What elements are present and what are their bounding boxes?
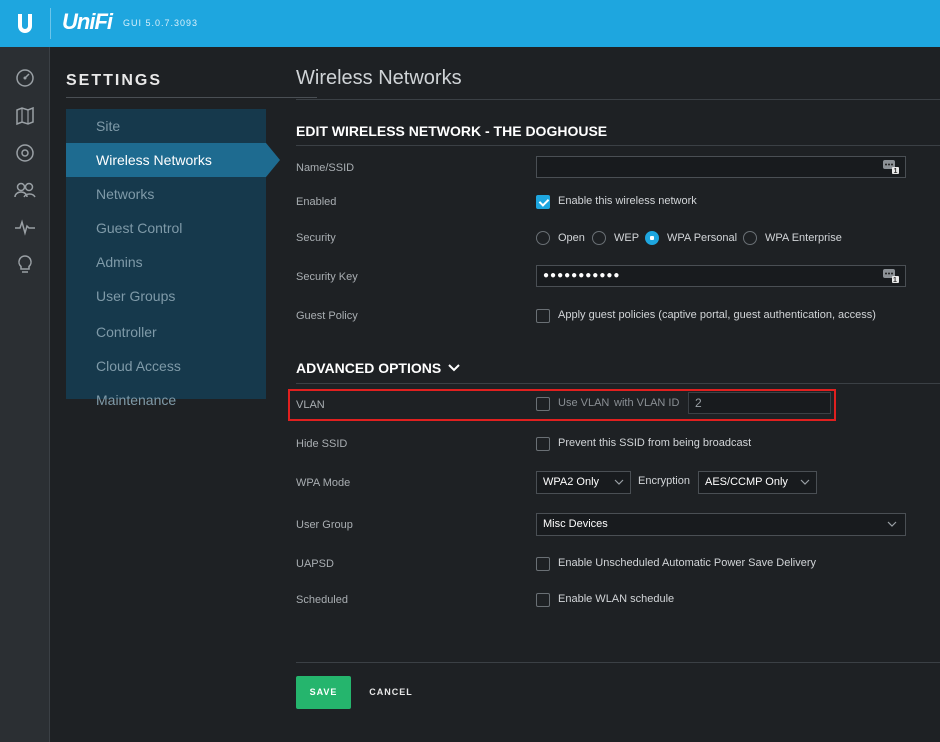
hide-ssid-text: Prevent this SSID from being broadcast	[558, 437, 752, 449]
wpa-mode-select[interactable]: WPA2 Only	[536, 471, 631, 494]
chevron-down-icon	[887, 521, 897, 527]
cancel-button[interactable]: CANCEL	[360, 676, 422, 709]
security-label: Security	[296, 232, 336, 244]
version-label: GUI 5.0.7.3093	[123, 18, 199, 28]
scheduled-label: Scheduled	[296, 594, 348, 606]
settings-item-cloud-access[interactable]: Cloud Access	[66, 349, 266, 383]
security-wep-radio[interactable]	[592, 231, 606, 245]
vlan-label: VLAN	[296, 399, 325, 411]
security-open-label: Open	[558, 232, 585, 244]
top-bar: UniFi GUI 5.0.7.3093	[0, 0, 940, 47]
guest-policy-checkbox[interactable]	[536, 309, 550, 323]
settings-title: SETTINGS	[66, 72, 163, 89]
ubiquiti-logo-icon[interactable]	[0, 0, 50, 47]
nav-rail	[0, 47, 50, 742]
guest-policy-text: Apply guest policies (captive portal, gu…	[558, 309, 876, 321]
security-wpa-personal-label: WPA Personal	[667, 232, 738, 244]
chevron-down-icon	[800, 479, 810, 485]
advanced-options-heading: ADVANCED OPTIONS	[296, 360, 442, 376]
devices-icon[interactable]	[13, 141, 37, 165]
enabled-label: Enabled	[296, 196, 337, 208]
svg-text:1: 1	[894, 168, 898, 174]
enable-network-checkbox[interactable]	[536, 195, 550, 209]
security-open-radio[interactable]	[536, 231, 550, 245]
wlan-schedule-checkbox[interactable]	[536, 593, 550, 607]
divider	[296, 383, 940, 384]
settings-item-guest-control[interactable]: Guest Control	[66, 211, 266, 245]
vlan-id-value: 2	[695, 396, 702, 410]
use-vlan-checkbox[interactable]	[536, 397, 550, 411]
settings-item-maintenance[interactable]: Maintenance	[66, 383, 266, 417]
hide-ssid-label: Hide SSID	[296, 438, 348, 450]
user-group-select[interactable]: Misc Devices	[536, 513, 906, 536]
edit-network-heading: EDIT WIRELESS NETWORK - THE DOGHOUSE	[296, 123, 608, 139]
brand-name: UniFi	[62, 9, 113, 34]
settings-item-networks[interactable]: Networks	[66, 177, 266, 211]
settings-panel: SETTINGS Site Wireless Networks Networks…	[51, 47, 317, 742]
statistics-icon[interactable]	[13, 215, 37, 239]
password-manager-icon[interactable]: 1	[883, 269, 899, 283]
enable-network-text: Enable this wireless network	[558, 195, 697, 207]
encryption-select[interactable]: AES/CCMP Only	[698, 471, 817, 494]
logo-separator	[50, 8, 51, 39]
use-vlan-text: Use VLAN	[558, 397, 610, 409]
security-wpa-personal-radio[interactable]	[645, 231, 659, 245]
dashboard-icon[interactable]	[13, 66, 37, 90]
page-title: Wireless Networks	[296, 67, 462, 89]
name-ssid-input[interactable]: 1	[536, 156, 906, 178]
vlan-id-input[interactable]: 2	[688, 392, 831, 414]
uapsd-text: Enable Unscheduled Automatic Power Save …	[558, 557, 817, 569]
clients-icon[interactable]	[13, 178, 37, 202]
settings-item-wireless-networks[interactable]: Wireless Networks	[66, 143, 280, 177]
wlan-schedule-text: Enable WLAN schedule	[558, 593, 675, 605]
settings-menu: Site Wireless Networks Networks Guest Co…	[66, 109, 280, 408]
encryption-value: AES/CCMP Only	[705, 476, 788, 488]
encryption-label: Encryption	[638, 475, 690, 487]
uapsd-label: UAPSD	[296, 558, 334, 570]
security-key-value: ●●●●●●●●●●●	[543, 270, 621, 281]
security-wpa-enterprise-radio[interactable]	[743, 231, 757, 245]
guest-policy-label: Guest Policy	[296, 310, 358, 322]
settings-item-site[interactable]: Site	[66, 109, 266, 143]
security-wpa-enterprise-label: WPA Enterprise	[765, 232, 842, 244]
security-key-input[interactable]: ●●●●●●●●●●● 1	[536, 265, 906, 287]
user-group-label: User Group	[296, 519, 353, 531]
divider	[296, 662, 940, 663]
name-ssid-label: Name/SSID	[296, 162, 355, 174]
chevron-down-icon	[614, 479, 624, 485]
hide-ssid-checkbox[interactable]	[536, 437, 550, 451]
vlan-id-label: with VLAN ID	[614, 397, 680, 409]
divider	[296, 99, 940, 100]
security-wep-label: WEP	[614, 232, 640, 244]
settings-item-controller[interactable]: Controller	[66, 315, 266, 349]
security-key-label: Security Key	[296, 271, 358, 283]
map-icon[interactable]	[13, 104, 37, 128]
advanced-options-toggle[interactable]: ADVANCED OPTIONS	[296, 360, 461, 376]
save-button[interactable]: SAVE	[296, 676, 351, 709]
svg-text:1: 1	[893, 277, 898, 283]
wpa-mode-label: WPA Mode	[296, 477, 351, 489]
password-manager-icon[interactable]: 1	[883, 160, 899, 174]
insights-icon[interactable]	[13, 252, 37, 276]
uapsd-checkbox[interactable]	[536, 557, 550, 571]
divider	[296, 145, 940, 146]
user-group-value: Misc Devices	[543, 518, 608, 530]
chevron-down-icon	[448, 364, 460, 372]
wpa-mode-value: WPA2 Only	[543, 476, 600, 488]
main-content: Wireless Networks EDIT WIRELESS NETWORK …	[280, 47, 940, 742]
settings-item-user-groups[interactable]: User Groups	[66, 279, 266, 313]
settings-item-admins[interactable]: Admins	[66, 245, 266, 279]
